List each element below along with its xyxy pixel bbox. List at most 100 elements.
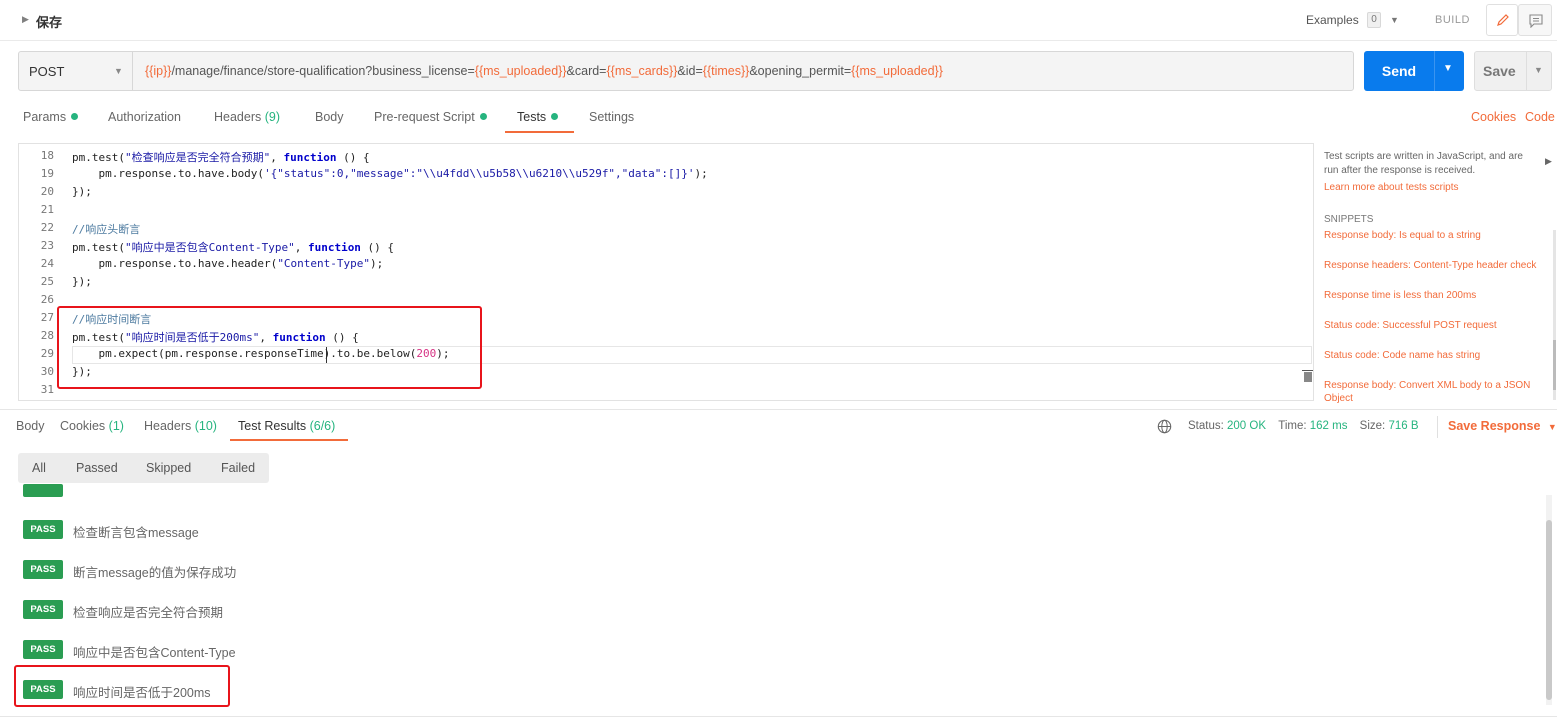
tab-label: Pre-request Script <box>374 110 475 124</box>
save-options-chevron-icon[interactable]: ▼ <box>1534 65 1543 75</box>
tab-pre-request-script[interactable]: Pre-request Script <box>374 110 487 124</box>
save-response-label: Save Response <box>1448 419 1541 433</box>
save-label: Save <box>1483 63 1516 79</box>
tab-headers[interactable]: Headers (9) <box>214 110 280 124</box>
save-divider <box>1526 52 1527 90</box>
url-input[interactable]: {{ip}}/manage/finance/store-qualificatio… <box>145 64 943 78</box>
test-result-name: 响应中是否包含Content-Type <box>73 646 236 660</box>
tab-label: Headers <box>214 110 262 124</box>
active-tab-indicator <box>505 131 574 133</box>
globe-icon[interactable] <box>1157 419 1172 434</box>
code-line: pm.response.to.have.header("Content-Type… <box>72 257 384 270</box>
snippet-link[interactable]: Status code: Code name has string <box>1324 349 1549 362</box>
snippet-link[interactable]: Response body: Is equal to a string <box>1324 229 1549 242</box>
line-number: 26 <box>40 293 54 306</box>
cookies-link[interactable]: Cookies <box>1471 110 1516 124</box>
scrollbar-cap <box>1302 370 1313 371</box>
url-segment: &card= <box>566 64 607 78</box>
build-label[interactable]: BUILD <box>1435 14 1470 26</box>
send-divider <box>1434 51 1435 91</box>
snippet-link[interactable]: Response headers: Content-Type header ch… <box>1324 259 1549 272</box>
divider <box>0 409 1557 410</box>
tab-response-headers[interactable]: Headers (10) <box>144 419 217 433</box>
code-line: pm.test("检查响应是否完全符合预期", function () { <box>72 151 370 164</box>
tab-params[interactable]: Params <box>23 110 79 124</box>
tab-label: Params <box>23 110 67 124</box>
tab-response-cookies[interactable]: Cookies (1) <box>60 419 124 433</box>
status-label: Status: <box>1188 420 1224 432</box>
snippet-link[interactable]: Status code: Successful POST request <box>1324 319 1549 332</box>
filter-failed[interactable]: Failed <box>221 453 255 483</box>
status-dot-icon <box>479 113 487 120</box>
pass-badge: PASS <box>23 520 63 539</box>
tab-tests[interactable]: Tests <box>517 110 559 124</box>
snippet-link[interactable]: Response time is less than 200ms <box>1324 289 1549 302</box>
results-scrollbar[interactable] <box>1546 520 1552 700</box>
line-number: 28 <box>40 329 54 342</box>
send-label: Send <box>1381 63 1417 79</box>
url-variable: {{ms_uploaded}} <box>851 64 943 78</box>
save-button[interactable]: Save ▼ <box>1474 51 1552 91</box>
tab-authorization[interactable]: Authorization <box>108 110 181 124</box>
send-options-chevron-icon[interactable]: ▼ <box>1443 63 1453 74</box>
snippet-link[interactable]: Response body: Convert XML body to a JSO… <box>1324 379 1549 405</box>
tab-response-body[interactable]: Body <box>16 419 45 433</box>
tab-count: (10) <box>194 419 217 433</box>
test-result-name: 断言message的值为保存成功 <box>73 566 237 580</box>
tab-label: Test Results <box>238 419 307 433</box>
editor-scrollbar[interactable] <box>1304 372 1312 382</box>
tab-count: (6/6) <box>309 419 336 433</box>
method-select[interactable]: POST ▼ <box>19 52 133 90</box>
tab-label: Authorization <box>108 110 181 124</box>
tab-label: Headers <box>144 419 192 433</box>
size-label: Size: <box>1359 420 1386 432</box>
tests-description: Test scripts are written in JavaScript, … <box>1324 151 1523 176</box>
code-line: pm.test("响应中是否包含Content-Type", function … <box>72 241 395 254</box>
method-label: POST <box>29 64 65 79</box>
line-number: 31 <box>40 383 54 396</box>
time-value: 162 ms <box>1309 420 1348 432</box>
tab-body[interactable]: Body <box>315 110 344 124</box>
status-dot-icon <box>551 113 559 120</box>
request-title[interactable]: 保存 <box>36 12 62 31</box>
side-panel-scrollbar[interactable] <box>1553 340 1556 390</box>
line-number: 21 <box>40 203 54 216</box>
learn-more-link[interactable]: Learn more about tests scripts <box>1324 182 1459 193</box>
chevron-down-icon: ▼ <box>1547 422 1557 432</box>
active-tab-indicator <box>230 439 348 441</box>
tab-label: Settings <box>589 110 635 124</box>
comments-button[interactable] <box>1518 4 1552 36</box>
url-segment: /manage/finance/store-qualification?busi… <box>171 64 475 78</box>
edit-button[interactable] <box>1486 4 1518 36</box>
divider <box>0 716 1557 717</box>
url-bar: POST ▼ {{ip}}/manage/finance/store-quali… <box>18 51 1354 91</box>
save-response-button[interactable]: Save Response ▼ <box>1448 419 1557 433</box>
collapse-panel-icon[interactable]: ▶ <box>1545 156 1552 167</box>
examples-dropdown[interactable]: Examples <box>1306 13 1359 27</box>
examples-count-badge: 0 <box>1367 12 1381 28</box>
size-value: 716 B <box>1388 420 1419 432</box>
url-variable: {{ms_cards}} <box>606 64 678 78</box>
tab-label: Tests <box>517 110 547 124</box>
code-line: }); <box>72 185 92 198</box>
filter-skipped[interactable]: Skipped <box>146 453 191 483</box>
test-result-name: 检查响应是否完全符合预期 <box>73 606 224 620</box>
tab-settings[interactable]: Settings <box>589 110 634 124</box>
expand-caret-icon[interactable]: ▶ <box>22 14 29 25</box>
chevron-down-icon[interactable]: ▼ <box>1390 15 1399 25</box>
tab-test-results[interactable]: Test Results (6/6) <box>238 419 335 433</box>
code-link[interactable]: Code <box>1525 110 1555 124</box>
url-variable: {{times}} <box>702 64 750 78</box>
title-bar: ▶ 保存 Examples 0 ▼ BUILD <box>0 0 1557 41</box>
highlight-box <box>14 665 230 707</box>
line-number: 23 <box>40 239 54 252</box>
filter-passed[interactable]: Passed <box>76 453 118 483</box>
line-number: 29 <box>40 347 54 360</box>
url-variable: {{ip}} <box>145 64 172 78</box>
filter-all[interactable]: All <box>32 453 46 483</box>
highlight-box <box>57 306 482 389</box>
code-line: pm.response.to.have.body('{"status":0,"m… <box>72 167 708 180</box>
send-button[interactable]: Send ▼ <box>1364 51 1464 91</box>
status-value: 200 OK <box>1227 420 1267 432</box>
divider <box>1437 416 1438 438</box>
